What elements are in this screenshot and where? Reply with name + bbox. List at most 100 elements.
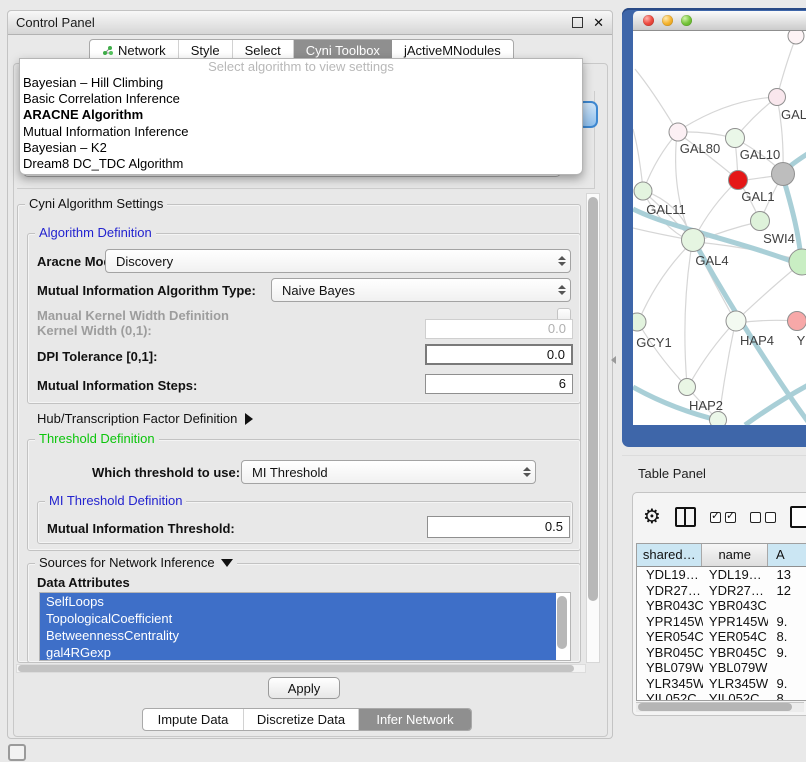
algorithm-option[interactable]: Mutual Information Inference: [20, 124, 582, 140]
columns-icon[interactable]: [675, 507, 696, 527]
column-header-name[interactable]: name: [702, 544, 767, 566]
table-cell: YPR145W: [637, 614, 703, 630]
table-row[interactable]: YPR145WYPR145W9.: [637, 614, 806, 630]
select-all-icon[interactable]: [710, 512, 736, 523]
control-panel-window: Control Panel ✕ Network Style Select Cyn…: [7, 10, 613, 739]
data-attributes-list[interactable]: SelfLoopsTopologicalCoefficientBetweenne…: [39, 592, 571, 661]
network-edge[interactable]: [695, 181, 737, 237]
table-cell: [768, 598, 806, 614]
sources-title[interactable]: Sources for Network Inference: [35, 556, 237, 570]
table-row[interactable]: YBR043CYBR043C: [637, 598, 806, 614]
algorithm-option[interactable]: ARACNE Algorithm: [20, 107, 582, 123]
table-row[interactable]: YDR27…YDR27…12: [637, 583, 806, 599]
close-icon[interactable]: ✕: [593, 15, 604, 31]
attribute-list-item[interactable]: BetweennessCentrality: [40, 627, 556, 644]
mi-algorithm-type-label: Mutual Information Algorithm Type:: [37, 283, 256, 298]
settings-vertical-scrollbar-thumb[interactable]: [588, 197, 598, 601]
algorithm-option[interactable]: Bayesian – Hill Climbing: [20, 75, 582, 91]
table-cell: YLR345W: [703, 676, 769, 692]
table-row[interactable]: YER054CYER054C8.: [637, 629, 806, 645]
tab-discretize-data[interactable]: Discretize Data: [244, 709, 359, 730]
network-view-window[interactable]: GAL7GAL80GAL10GAL1GAL11SWI4GAL4GCY1HAP4Y…: [622, 8, 806, 447]
mi-steps-input[interactable]: 6: [425, 374, 573, 394]
network-node[interactable]: [710, 412, 727, 426]
network-edge[interactable]: [633, 129, 643, 189]
table-horizontal-scrollbar-thumb[interactable]: [638, 703, 792, 711]
deselect-all-icon[interactable]: [750, 512, 776, 523]
network-edge[interactable]: [777, 37, 796, 97]
network-node[interactable]: [751, 212, 770, 231]
tab-infer-network[interactable]: Infer Network: [359, 709, 471, 730]
dock-panel-icon[interactable]: [8, 744, 26, 761]
mi-threshold-input[interactable]: 0.5: [427, 516, 570, 538]
network-node[interactable]: [726, 311, 746, 331]
table-row[interactable]: YLR345WYLR345W9.: [637, 676, 806, 692]
table-cell: 8.: [768, 691, 806, 700]
file-icon[interactable]: [790, 506, 806, 528]
mi-algorithm-type-select[interactable]: Naive Bayes: [271, 278, 571, 302]
attribute-list-item[interactable]: SelfLoops: [40, 593, 556, 610]
network-node-label: GAL1: [741, 189, 774, 204]
network-edge[interactable]: [639, 324, 685, 385]
table-row[interactable]: YIL052CYIL052C8.: [637, 691, 806, 700]
mac-zoom-icon[interactable]: [681, 15, 692, 26]
network-edge[interactable]: [635, 69, 677, 131]
network-node[interactable]: [788, 31, 804, 44]
aracne-mode-select[interactable]: Discovery: [105, 249, 571, 273]
tab-impute-data[interactable]: Impute Data: [143, 709, 244, 730]
network-canvas[interactable]: GAL7GAL80GAL10GAL1GAL11SWI4GAL4GCY1HAP4Y…: [633, 31, 806, 425]
network-edge[interactable]: [685, 244, 692, 385]
network-node[interactable]: [729, 171, 748, 190]
attribute-list-item[interactable]: TopologicalCoefficient: [40, 610, 556, 627]
which-threshold-label: Which threshold to use:: [92, 465, 240, 480]
network-node[interactable]: [788, 312, 806, 331]
network-node[interactable]: [633, 313, 646, 331]
table-cell: YLR345W: [637, 676, 703, 692]
algorithm-popup: Select algorithm to view settings Bayesi…: [19, 58, 583, 175]
attributes-scrollbar-thumb[interactable]: [557, 596, 567, 649]
gear-icon[interactable]: ⚙: [643, 507, 661, 527]
splitter-collapse-icon[interactable]: [611, 356, 616, 364]
network-node-label: GAL11: [646, 202, 686, 217]
network-node[interactable]: [772, 163, 795, 186]
network-node[interactable]: [726, 129, 745, 148]
network-graph: GAL7GAL80GAL10GAL1GAL11SWI4GAL4GCY1HAP4Y…: [633, 31, 806, 425]
dpi-tolerance-input[interactable]: 0.0: [425, 344, 573, 365]
algorithm-option[interactable]: Dream8 DC_TDC Algorithm: [20, 156, 582, 172]
settings-horizontal-scrollbar-thumb[interactable]: [18, 665, 574, 672]
network-node[interactable]: [679, 379, 696, 396]
apply-button[interactable]: Apply: [268, 677, 340, 699]
mi-steps-label: Mutual Information Steps:: [37, 378, 197, 393]
cyni-algorithm-settings-title: Cyni Algorithm Settings: [25, 197, 167, 211]
network-edge[interactable]: [783, 177, 801, 259]
column-header-clipped[interactable]: A: [768, 544, 806, 566]
table-cell: YBR043C: [637, 598, 703, 614]
network-node[interactable]: [769, 89, 786, 106]
network-node[interactable]: [634, 182, 652, 200]
table-cell: YER054C: [637, 629, 703, 645]
network-edge[interactable]: [678, 97, 777, 131]
table-row[interactable]: YBL079WYBL079W: [637, 660, 806, 676]
table-header-row: shared… name A: [637, 544, 806, 567]
hub-definition-toggle[interactable]: Hub/Transcription Factor Definition: [37, 411, 253, 426]
mac-minimize-icon[interactable]: [662, 15, 673, 26]
algorithm-option[interactable]: Basic Correlation Inference: [20, 91, 582, 107]
attribute-list-item[interactable]: gal4RGexp: [40, 644, 556, 661]
table-row[interactable]: YDL19…YDL19…13: [637, 567, 806, 583]
network-edge[interactable]: [639, 243, 691, 320]
data-attributes-label: Data Attributes: [37, 575, 130, 590]
float-window-icon[interactable]: [572, 17, 583, 28]
tab-network-label: Network: [118, 43, 166, 58]
table-row[interactable]: YBR045CYBR045C9.: [637, 645, 806, 661]
network-node[interactable]: [669, 123, 687, 141]
algorithm-option[interactable]: Bayesian – K2: [20, 140, 582, 156]
table-cell: YDR27…: [703, 583, 769, 599]
network-edge[interactable]: [644, 132, 678, 189]
network-edge[interactable]: [738, 265, 799, 319]
which-threshold-select[interactable]: MI Threshold: [241, 460, 536, 484]
kernel-width-input[interactable]: 0.0: [425, 319, 573, 339]
network-edge[interactable]: [689, 323, 734, 385]
mac-close-icon[interactable]: [643, 15, 654, 26]
network-node[interactable]: [682, 229, 705, 252]
column-header-shared-name[interactable]: shared…: [637, 544, 702, 566]
